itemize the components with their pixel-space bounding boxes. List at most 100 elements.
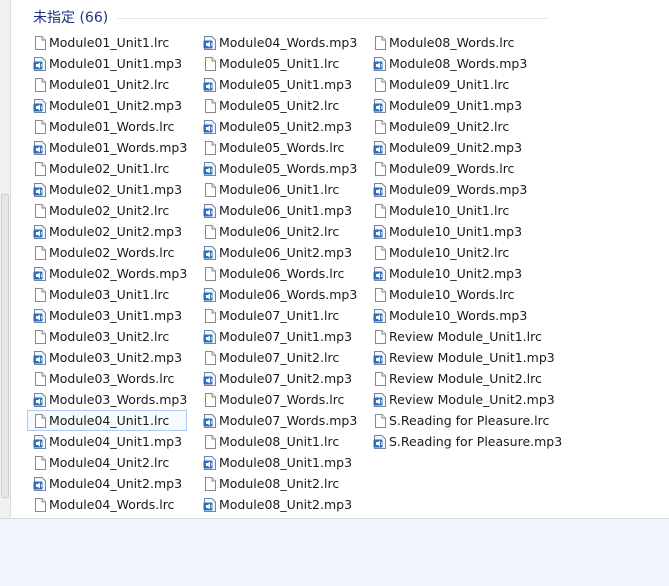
text-file-icon [202, 56, 218, 72]
text-file-icon [32, 497, 48, 513]
file-item[interactable]: Module07_Unit2.lrc [197, 347, 357, 368]
file-name: Module04_Unit2.mp3 [49, 476, 183, 491]
file-item[interactable]: Module07_Unit1.mp3 [197, 326, 357, 347]
file-name: Module05_Unit2.lrc [219, 98, 340, 113]
file-item[interactable]: Module05_Unit1.lrc [197, 53, 357, 74]
file-item[interactable]: Review Module_Unit1.mp3 [367, 347, 562, 368]
file-item[interactable]: Module06_Unit2.lrc [197, 221, 357, 242]
file-item[interactable]: Module06_Unit2.mp3 [197, 242, 357, 263]
file-item[interactable]: Module02_Words.lrc [27, 242, 187, 263]
file-item[interactable]: Module08_Words.lrc [367, 32, 562, 53]
file-item[interactable]: Module02_Unit2.mp3 [27, 221, 187, 242]
file-item[interactable]: Module02_Unit2.lrc [27, 200, 187, 221]
audio-file-icon [372, 56, 388, 72]
file-name: Module03_Unit2.mp3 [49, 350, 183, 365]
file-item[interactable]: Module10_Words.lrc [367, 284, 562, 305]
file-item[interactable]: Module05_Words.mp3 [197, 158, 357, 179]
file-item[interactable]: Module02_Words.mp3 [27, 263, 187, 284]
file-name: Review Module_Unit2.lrc [389, 371, 542, 386]
file-item[interactable]: Module09_Words.lrc [367, 158, 562, 179]
details-pane [0, 518, 669, 586]
audio-file-icon [32, 392, 48, 408]
file-item[interactable]: Module01_Unit1.mp3 [27, 53, 187, 74]
file-item[interactable]: Module10_Words.mp3 [367, 305, 562, 326]
file-item[interactable]: Module01_Unit2.lrc [27, 74, 187, 95]
file-item[interactable]: Module03_Unit2.mp3 [27, 347, 187, 368]
file-item[interactable]: Module08_Unit1.mp3 [197, 452, 357, 473]
file-item[interactable]: Module08_Unit1.lrc [197, 431, 357, 452]
file-item[interactable]: Module03_Words.lrc [27, 368, 187, 389]
file-item[interactable]: Module04_Words.lrc [27, 494, 187, 515]
audio-file-icon [32, 308, 48, 324]
file-item[interactable]: Review Module_Unit2.lrc [367, 368, 562, 389]
file-item[interactable]: Module03_Unit2.lrc [27, 326, 187, 347]
file-name: Module09_Unit2.lrc [389, 119, 510, 134]
file-item[interactable]: Review Module_Unit2.mp3 [367, 389, 562, 410]
file-name: Module09_Words.lrc [389, 161, 515, 176]
file-item[interactable]: Module01_Words.lrc [27, 116, 187, 137]
scrollbar-thumb[interactable] [1, 194, 9, 498]
file-item[interactable]: Module05_Unit2.lrc [197, 95, 357, 116]
file-item[interactable]: Module04_Unit1.lrc [27, 410, 188, 431]
file-item[interactable]: Module03_Words.mp3 [27, 389, 187, 410]
file-item[interactable]: Module10_Unit1.mp3 [367, 221, 562, 242]
file-item[interactable]: Module04_Unit1.mp3 [27, 431, 187, 452]
file-item[interactable]: Module10_Unit2.mp3 [367, 263, 562, 284]
file-name: Module04_Unit1.lrc [49, 413, 170, 428]
file-item[interactable]: Module06_Unit1.mp3 [197, 200, 357, 221]
file-item[interactable]: S.Reading for Pleasure.lrc [367, 410, 562, 431]
file-item[interactable]: Module07_Unit2.mp3 [197, 368, 357, 389]
file-item[interactable]: Module02_Unit1.lrc [27, 158, 187, 179]
file-name: Review Module_Unit1.lrc [389, 329, 542, 344]
file-name: Module05_Unit1.mp3 [219, 77, 353, 92]
file-item[interactable]: Module07_Words.lrc [197, 389, 357, 410]
vertical-scrollbar[interactable] [0, 0, 11, 518]
file-item[interactable]: Module04_Unit2.lrc [27, 452, 187, 473]
file-item[interactable]: Module09_Unit1.mp3 [367, 95, 562, 116]
file-item[interactable]: Module08_Words.mp3 [367, 53, 562, 74]
file-item[interactable]: Module03_Unit1.lrc [27, 284, 187, 305]
file-name: Module10_Unit2.mp3 [389, 266, 523, 281]
audio-file-icon [202, 413, 218, 429]
file-item[interactable]: Module01_Unit2.mp3 [27, 95, 187, 116]
file-item[interactable]: Module09_Unit1.lrc [367, 74, 562, 95]
audio-file-icon [32, 56, 48, 72]
file-item[interactable]: Module04_Words.mp3 [197, 32, 357, 53]
file-item[interactable]: Module06_Unit1.lrc [197, 179, 357, 200]
text-file-icon [372, 245, 388, 261]
file-item[interactable]: Module07_Words.mp3 [197, 410, 357, 431]
file-item[interactable]: Module01_Unit1.lrc [27, 32, 187, 53]
file-name: Module10_Unit2.lrc [389, 245, 510, 260]
file-item[interactable]: Module09_Unit2.lrc [367, 116, 562, 137]
file-item[interactable]: Module06_Words.lrc [197, 263, 357, 284]
audio-file-icon [202, 245, 218, 261]
text-file-icon [372, 287, 388, 303]
file-column-1: Module01_Unit1.lrc Module01_Unit1.mp3 Modu… [27, 32, 188, 515]
file-item[interactable]: Module05_Unit2.mp3 [197, 116, 357, 137]
file-name: Module09_Unit1.lrc [389, 77, 510, 92]
group-header[interactable]: 未指定 (66) [33, 9, 108, 27]
file-item[interactable]: Module01_Words.mp3 [27, 137, 187, 158]
file-item[interactable]: Review Module_Unit1.lrc [367, 326, 562, 347]
audio-file-icon [32, 266, 48, 282]
file-item[interactable]: Module07_Unit1.lrc [197, 305, 357, 326]
file-item[interactable]: Module10_Unit2.lrc [367, 242, 562, 263]
file-item[interactable]: Module04_Unit2.mp3 [27, 473, 187, 494]
file-item[interactable]: Module05_Unit1.mp3 [197, 74, 357, 95]
file-name: Module06_Unit1.mp3 [219, 203, 353, 218]
file-item[interactable]: Module08_Unit2.mp3 [197, 494, 357, 515]
file-item[interactable]: Module02_Unit1.mp3 [27, 179, 187, 200]
file-item[interactable]: Module09_Words.mp3 [367, 179, 562, 200]
file-item[interactable]: S.Reading for Pleasure.mp3 [367, 431, 562, 452]
file-item[interactable]: Module06_Words.mp3 [197, 284, 357, 305]
text-file-icon [202, 98, 218, 114]
file-item[interactable]: Module05_Words.lrc [197, 137, 357, 158]
file-name: Module04_Words.mp3 [219, 35, 358, 50]
file-column-3: Module08_Words.lrc Module08_Words.mp3 Modu… [367, 32, 562, 452]
file-name: Module07_Unit2.lrc [219, 350, 340, 365]
file-name: S.Reading for Pleasure.lrc [389, 413, 550, 428]
file-item[interactable]: Module10_Unit1.lrc [367, 200, 562, 221]
file-item[interactable]: Module03_Unit1.mp3 [27, 305, 187, 326]
file-item[interactable]: Module09_Unit2.mp3 [367, 137, 562, 158]
file-item[interactable]: Module08_Unit2.lrc [197, 473, 357, 494]
